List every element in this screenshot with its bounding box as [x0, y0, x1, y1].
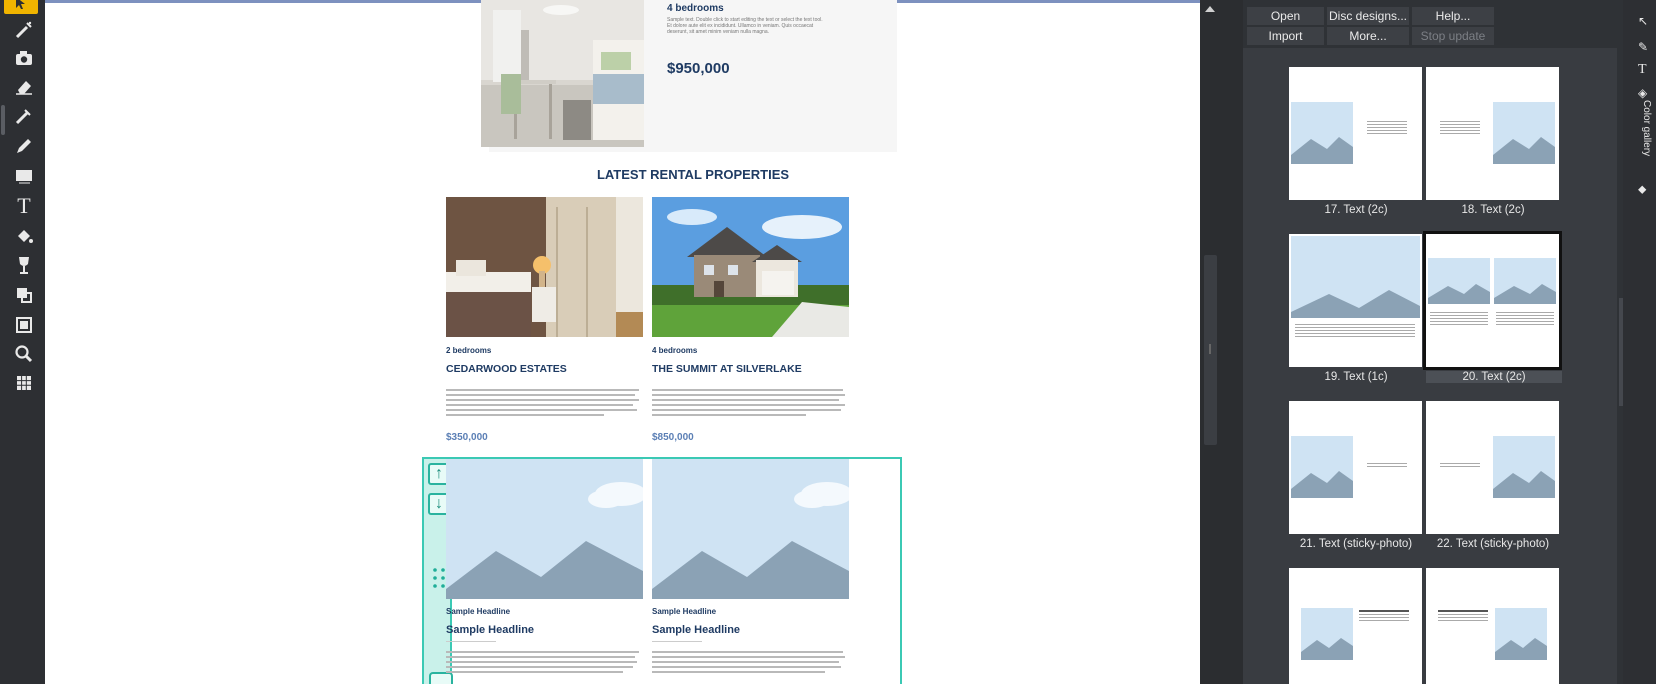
scroll-grip-icon: [1209, 344, 1211, 354]
magic-brush-icon[interactable]: [11, 17, 37, 43]
placeholder-image[interactable]: [446, 459, 643, 599]
color-gallery-tab[interactable]: Color gallery: [1638, 100, 1652, 180]
rectangle-tool-icon[interactable]: [11, 163, 37, 189]
retouch-brush-icon[interactable]: [11, 103, 37, 129]
placeholder-divider: [652, 641, 702, 642]
brush-tool-icon[interactable]: ✎: [1638, 40, 1648, 54]
listing-price: $350,000: [446, 432, 488, 443]
disc-designs-button[interactable]: Disc designs...: [1327, 7, 1409, 25]
text-tool-icon[interactable]: T: [11, 193, 37, 219]
thumbnail-label: 17. Text (2c): [1324, 204, 1388, 216]
eraser-icon[interactable]: [11, 74, 37, 100]
thumbnail-label: 20. Text (2c): [1426, 371, 1562, 383]
pen-icon[interactable]: [11, 133, 37, 159]
pointer-tool-icon[interactable]: [4, 0, 38, 14]
zoom-icon[interactable]: [11, 341, 37, 367]
crop-frame-icon[interactable]: [11, 312, 37, 338]
grid-icon[interactable]: [11, 370, 37, 396]
palette-icon[interactable]: ◈: [1638, 86, 1647, 100]
thumbnail-label: 21. Text (sticky-photo): [1299, 538, 1413, 550]
placeholder-divider: [446, 641, 496, 642]
canvas-scrollbar[interactable]: [1200, 0, 1221, 684]
import-button[interactable]: Import: [1247, 27, 1324, 45]
bedroom-photo[interactable]: [481, 0, 644, 147]
featured-price: $950,000: [667, 60, 730, 77]
placeholder-image[interactable]: [652, 459, 849, 599]
glass-icon[interactable]: [11, 252, 37, 278]
listing-bedrooms: 4 bedrooms: [652, 346, 698, 355]
camera-icon[interactable]: [11, 45, 37, 71]
toolbar-scroll-rail[interactable]: [1, 105, 5, 135]
stop-update-button[interactable]: Stop update: [1412, 27, 1494, 45]
drag-handle-icon[interactable]: [432, 567, 446, 594]
listing-bedrooms: 2 bedrooms: [446, 346, 492, 355]
section-title: LATEST RENTAL PROPERTIES: [596, 167, 790, 182]
help-button[interactable]: Help...: [1412, 7, 1494, 25]
listing-body-text: [652, 389, 849, 419]
tag-icon[interactable]: ⬥: [1638, 182, 1646, 197]
design-thumbnail[interactable]: [1289, 234, 1422, 367]
design-thumbnail[interactable]: [1426, 568, 1559, 684]
more-button[interactable]: More...: [1327, 27, 1409, 45]
featured-bedrooms: 4 bedrooms: [667, 3, 724, 14]
design-thumbnail-selected[interactable]: [1423, 231, 1562, 370]
placeholder-kicker: Sample Headline: [446, 607, 511, 616]
left-toolbar: T: [0, 0, 46, 684]
listing-photo-cedarwood[interactable]: [446, 197, 643, 337]
design-thumbnail[interactable]: [1289, 568, 1422, 684]
scroll-up-arrow-icon[interactable]: [1205, 6, 1215, 12]
placeholder-kicker: Sample Headline: [652, 607, 717, 616]
featured-blurb: Sample text. Double click to start editi…: [667, 17, 823, 35]
listing-body-text: [446, 389, 643, 419]
open-button[interactable]: Open: [1247, 7, 1324, 25]
app-window: T 4 bedrooms Sample text. Double click t…: [0, 0, 1656, 684]
thumbnail-label: 18. Text (2c): [1461, 204, 1525, 216]
text-tool-icon[interactable]: T: [1638, 62, 1647, 78]
design-thumbnail[interactable]: [1426, 67, 1559, 200]
design-panel: Open Disc designs... Help... Import More…: [1243, 0, 1623, 684]
design-thumbnail-gallery[interactable]: 17. Text (2c) 18. Text (2c) 19. Text (1c…: [1243, 48, 1623, 684]
cursor-tool-icon[interactable]: ↖: [1638, 14, 1648, 28]
design-thumbnail[interactable]: [1426, 401, 1559, 534]
design-thumbnail[interactable]: [1289, 401, 1422, 534]
placeholder-body-text: [652, 651, 849, 676]
clone-icon[interactable]: [11, 282, 37, 308]
placeholder-body-text: [446, 651, 643, 676]
fill-bucket-icon[interactable]: [11, 223, 37, 249]
listing-title: CEDARWOOD ESTATES: [446, 363, 567, 375]
placeholder-headline: Sample Headline: [446, 624, 535, 636]
listing-title: THE SUMMIT AT SILVERLAKE: [652, 363, 802, 375]
design-thumbnail[interactable]: [1289, 67, 1422, 200]
thumbnail-label: 19. Text (1c): [1324, 371, 1388, 383]
listing-photo-summit[interactable]: [652, 197, 849, 337]
document-canvas[interactable]: 4 bedrooms Sample text. Double click to …: [45, 0, 1221, 684]
thumbnail-label: 22. Text (sticky-photo): [1436, 538, 1550, 550]
listing-price: $850,000: [652, 432, 694, 443]
placeholder-headline: Sample Headline: [652, 624, 741, 636]
